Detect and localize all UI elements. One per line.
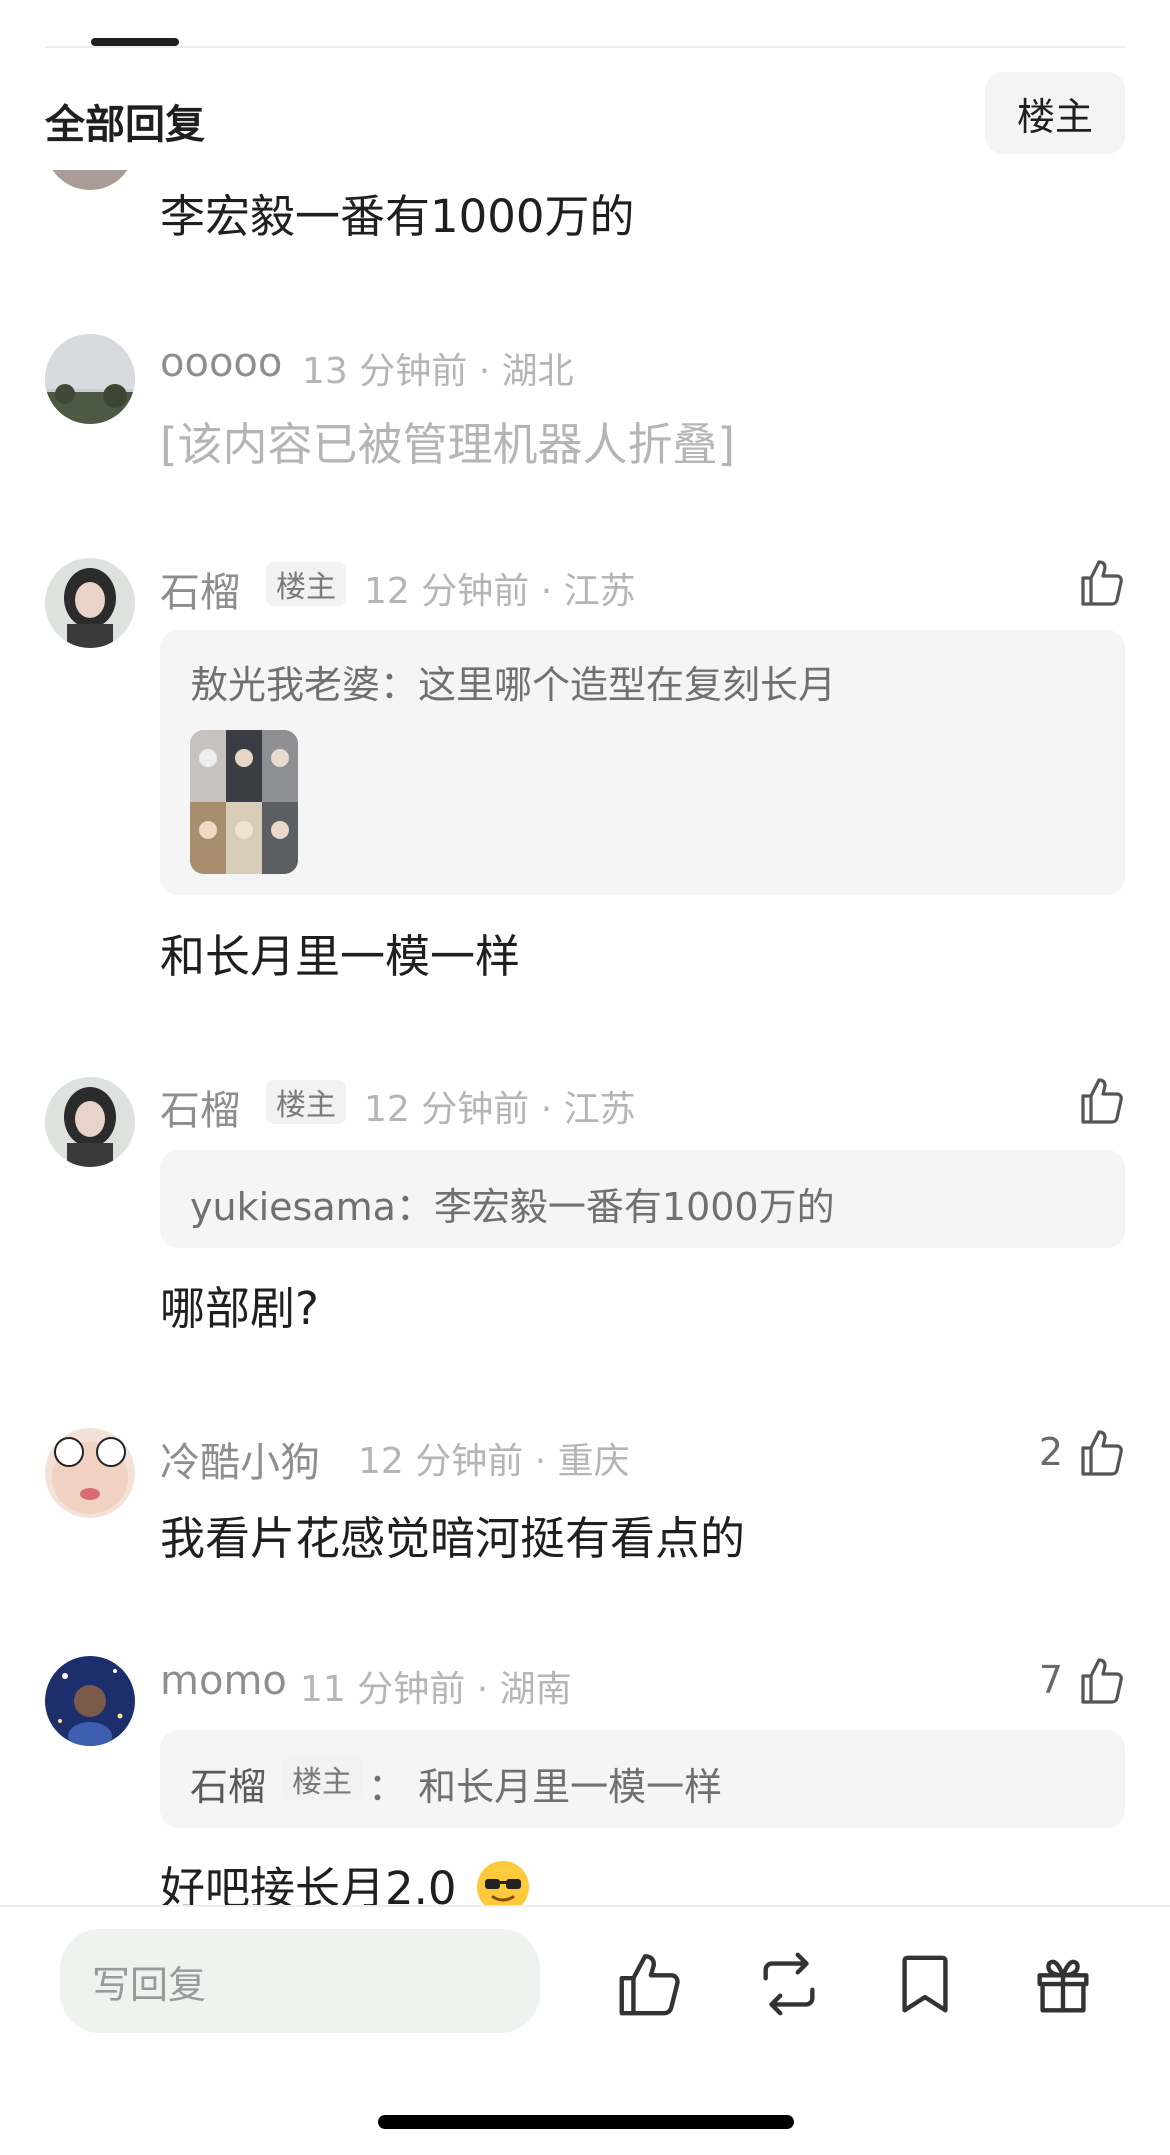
thumbs-up-icon <box>1077 1654 1125 1706</box>
comment-meta: 11 分钟前 · 湖南 <box>300 1669 572 1710</box>
quoted-comment[interactable]: 石榴 楼主 ： 和长月里一模一样 <box>160 1730 1125 1828</box>
comment-username[interactable]: momo <box>160 1658 287 1704</box>
comment-body: 我看片花感觉暗河挺有看点的 <box>160 1512 746 1565</box>
comment-username[interactable]: 冷酷小狗 <box>160 1430 320 1488</box>
thumbs-up-icon <box>1077 1074 1125 1126</box>
like-button[interactable] <box>1077 552 1125 612</box>
repost-icon[interactable] <box>754 1949 824 2019</box>
tab-divider <box>45 46 1125 48</box>
home-indicator <box>378 2115 794 2129</box>
quoted-username: 石榴 <box>190 1765 267 1809</box>
op-badge: 楼主 <box>266 562 346 606</box>
thumbs-up-icon <box>1077 1426 1125 1478</box>
quoted-image-thumbnail[interactable] <box>190 730 298 874</box>
quoted-text: yukiesama：李宏毅一番有1000万的 <box>190 1185 835 1229</box>
avatar[interactable] <box>45 558 135 648</box>
reply-input[interactable]: 写回复 <box>60 1929 540 2033</box>
avatar[interactable] <box>45 1077 135 1167</box>
comment-meta: 12 分钟前 · 重庆 <box>358 1441 630 1482</box>
comment-username[interactable]: 石榴 <box>160 560 240 618</box>
avatar[interactable] <box>45 1656 135 1746</box>
like-button[interactable] <box>1077 1070 1125 1130</box>
comment-username[interactable]: ooooo <box>160 340 282 386</box>
all-replies-title: 全部回复 <box>45 102 205 148</box>
comment-meta: 12 分钟前 · 江苏 <box>364 571 636 612</box>
avatar[interactable] <box>45 334 135 424</box>
gift-icon[interactable] <box>1028 1949 1098 2019</box>
tab-bar <box>0 0 1170 48</box>
comment-body: 哪部剧? <box>160 1282 319 1335</box>
folded-comment-notice: [该内容已被管理机器人折叠] <box>160 418 736 471</box>
comment-username[interactable]: 石榴 <box>160 1078 240 1136</box>
comments-header: 全部回复 楼主 <box>0 70 1170 158</box>
op-badge: 楼主 <box>282 1757 362 1801</box>
bookmark-icon[interactable] <box>890 1949 960 2019</box>
comment-body: 李宏毅一番有1000万的 <box>160 190 635 243</box>
thumbs-up-icon[interactable] <box>613 1949 683 2019</box>
quoted-text: ： 和长月里一模一样 <box>368 1765 723 1809</box>
thumbs-up-icon <box>1077 556 1125 608</box>
like-count: 2 <box>1038 1430 1063 1474</box>
quoted-comment[interactable]: yukiesama：李宏毅一番有1000万的 <box>160 1150 1125 1248</box>
comment-meta: 12 分钟前 · 江苏 <box>364 1089 636 1130</box>
like-button[interactable]: 2 <box>1039 1422 1125 1482</box>
avatar[interactable] <box>45 1428 135 1518</box>
active-tab-indicator <box>91 38 179 46</box>
op-badge: 楼主 <box>266 1080 346 1124</box>
like-count: 7 <box>1038 1658 1063 1702</box>
bottom-action-bar: 写回复 <box>0 1905 1170 2155</box>
quoted-text: 敖光我老婆：这里哪个造型在复刻长月 <box>190 663 837 707</box>
like-button[interactable]: 7 <box>1039 1650 1125 1710</box>
quoted-comment[interactable]: 敖光我老婆：这里哪个造型在复刻长月 <box>160 630 1125 895</box>
comment-meta: 13 分钟前 · 湖北 <box>302 351 574 392</box>
op-only-filter-button[interactable]: 楼主 <box>985 72 1125 154</box>
comment-body: 和长月里一模一样 <box>160 930 521 983</box>
